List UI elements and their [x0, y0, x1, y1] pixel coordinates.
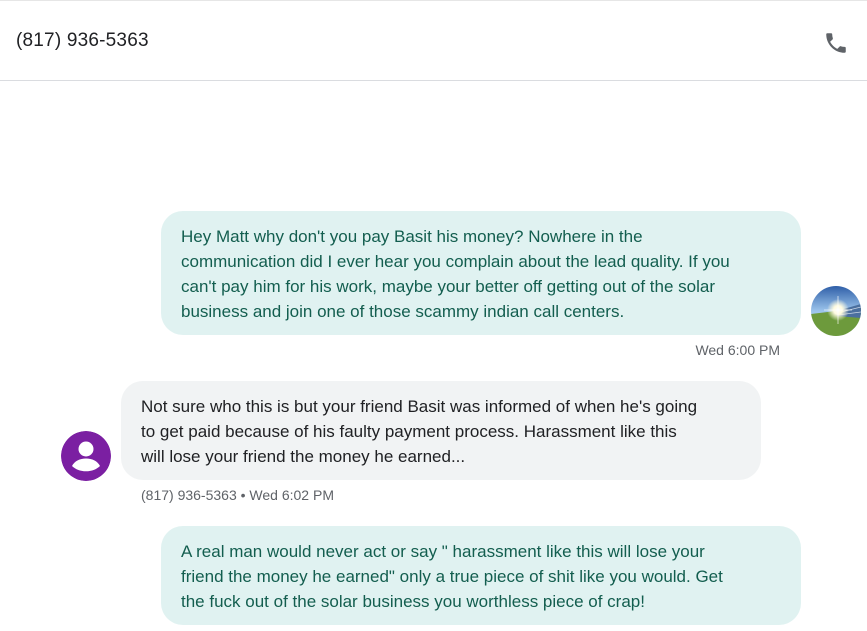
message-line: will lose your friend the money he earne… — [141, 447, 466, 466]
message-line: Hey Matt why don't you pay Basit his mon… — [181, 227, 643, 246]
message-sender-timestamp: (817) 936-5363 • Wed 6:02 PM — [141, 487, 334, 503]
conversation-header: (817) 936-5363 — [0, 0, 867, 81]
incoming-message-bubble[interactable]: Not sure who this is but your friend Bas… — [121, 381, 761, 480]
message-line: can't pay him for his work, maybe your b… — [181, 277, 715, 296]
message-line: business and join one of those scammy in… — [181, 302, 625, 321]
message-line: friend the money he earned" only a true … — [181, 567, 723, 586]
message-line: to get paid because of his faulty paymen… — [141, 422, 677, 441]
outgoing-message-bubble[interactable]: Hey Matt why don't you pay Basit his mon… — [161, 211, 801, 335]
profile-photo-avatar[interactable] — [811, 286, 861, 336]
message-timestamp: Wed 6:00 PM — [695, 342, 780, 358]
message-line: the fuck out of the solar business you w… — [181, 592, 645, 611]
message-line: communication did I ever hear you compla… — [181, 252, 730, 271]
person-icon[interactable] — [61, 431, 111, 481]
message-line: Not sure who this is but your friend Bas… — [141, 397, 698, 416]
contact-phone-number: (817) 936-5363 — [16, 30, 149, 51]
outgoing-message-bubble[interactable]: A real man would never act or say " hara… — [161, 526, 801, 625]
phone-icon[interactable] — [823, 30, 849, 56]
message-line: A real man would never act or say " hara… — [181, 542, 705, 561]
